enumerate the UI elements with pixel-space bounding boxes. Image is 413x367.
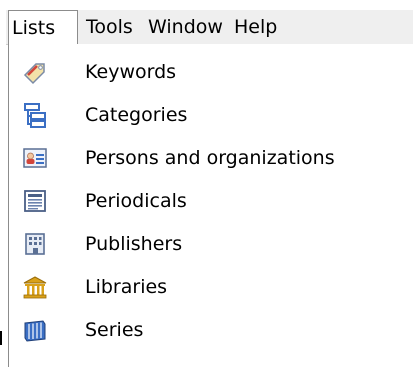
keyword-tag-icon [21, 58, 49, 86]
menu-window[interactable]: Window [148, 10, 223, 44]
menu-item-publishers[interactable]: Publishers [9, 224, 413, 264]
tree-hierarchy-icon [21, 101, 49, 129]
building-icon [21, 230, 49, 258]
menu-item-label: Series [85, 319, 144, 341]
menu-item-label: Periodicals [85, 190, 187, 212]
menu-item-series[interactable]: Series [9, 310, 413, 350]
menu-lists[interactable]: Lists [8, 10, 78, 46]
menu-bar: Lists Tools Window Help [6, 10, 413, 46]
book-series-icon [21, 316, 49, 344]
menu-item-label: Persons and organizations [85, 147, 335, 169]
menu-item-label: Publishers [85, 233, 183, 255]
menu-item-libraries[interactable]: Libraries [9, 267, 413, 307]
menu-item-label: Libraries [85, 276, 168, 298]
menu-tools[interactable]: Tools [86, 10, 133, 44]
lists-dropdown-menu: Keywords Categories Persons and organiza… [8, 44, 413, 367]
library-columns-icon [21, 273, 49, 301]
menu-item-label: Keywords [85, 61, 177, 83]
menu-item-persons-and-organizations[interactable]: Persons and organizations [9, 138, 413, 178]
menu-item-periodicals[interactable]: Periodicals [9, 181, 413, 221]
window-edge-mark [0, 331, 2, 345]
menu-item-keywords[interactable]: Keywords [9, 52, 413, 92]
menu-item-categories[interactable]: Categories [9, 95, 413, 135]
menu-help[interactable]: Help [234, 10, 277, 44]
contact-card-icon [21, 144, 49, 172]
app-window: Lists Tools Window Help Keywords Categor… [0, 0, 413, 367]
newspaper-icon [21, 187, 49, 215]
menu-item-label: Categories [85, 104, 188, 126]
